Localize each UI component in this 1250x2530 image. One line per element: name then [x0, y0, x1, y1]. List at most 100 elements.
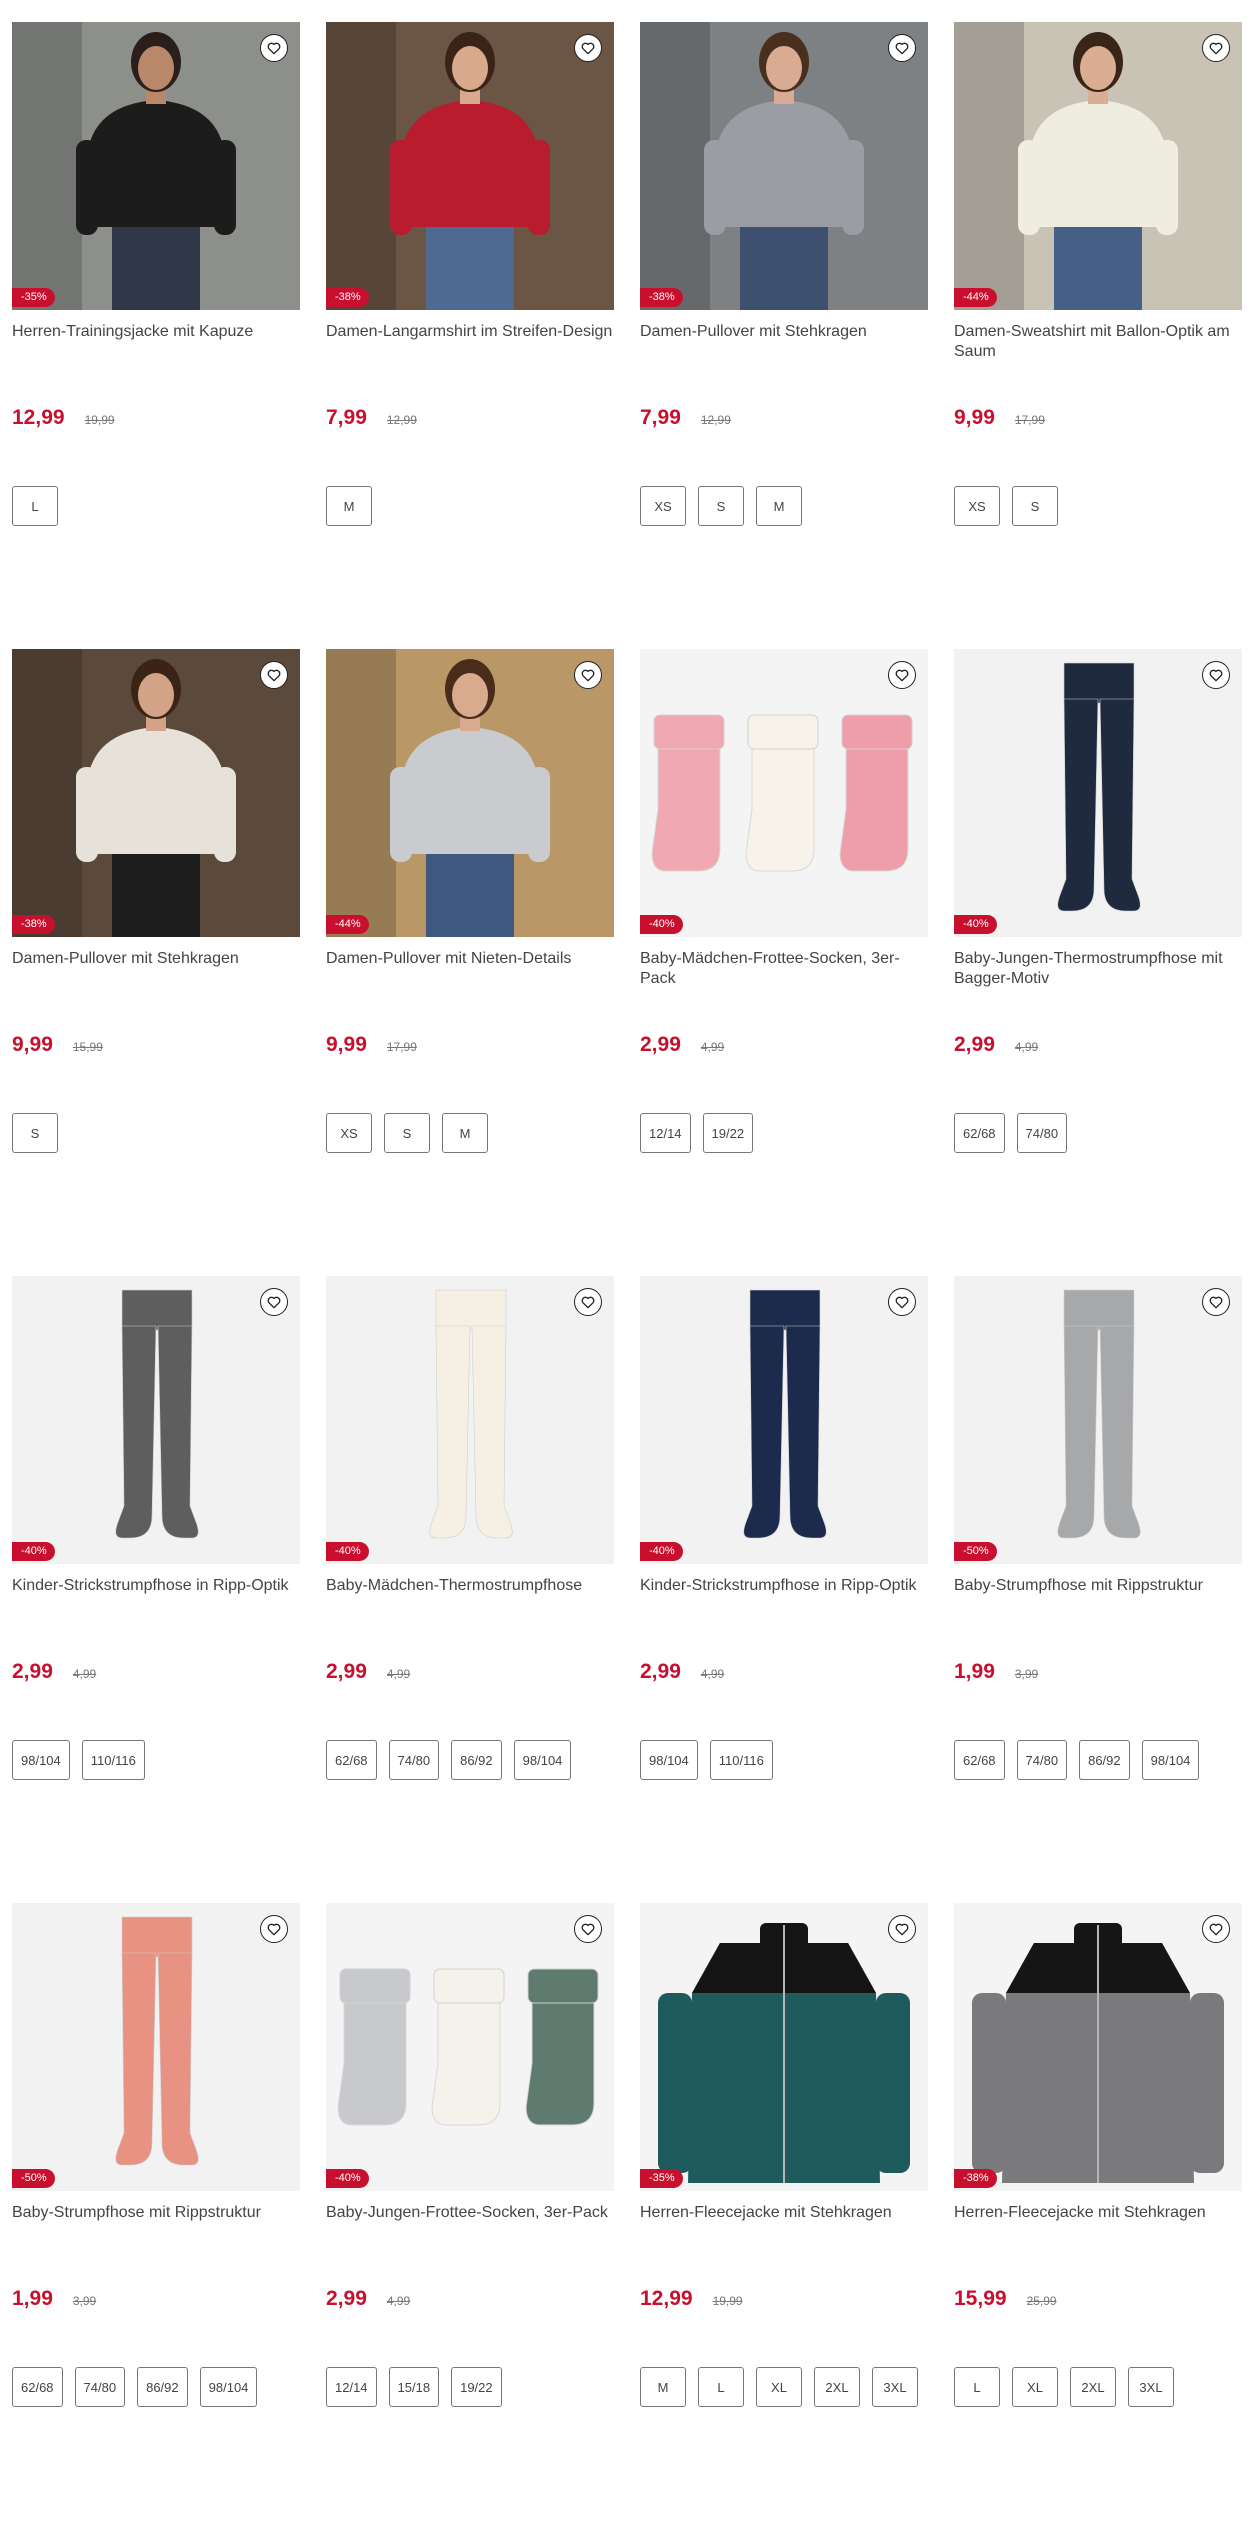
size-option[interactable]: 19/22: [702, 1113, 754, 1153]
product-image[interactable]: -44%: [326, 649, 614, 937]
size-option[interactable]: L: [698, 2367, 744, 2407]
size-option[interactable]: 2XL: [1070, 2367, 1116, 2407]
product-card[interactable]: -38% Herren-Fleecejacke mit Stehkragen 1…: [954, 1903, 1242, 2530]
size-option[interactable]: 62/68: [12, 2367, 63, 2407]
product-title[interactable]: Kinder-Strickstrumpfhose in Ripp-Optik: [12, 1576, 300, 1616]
size-option[interactable]: XS: [954, 486, 1000, 526]
product-card[interactable]: -50% Baby-Strumpfhose mit Rippstruktur 1…: [954, 1276, 1242, 1903]
product-title[interactable]: Damen-Sweatshirt mit Ballon-Optik am Sau…: [954, 322, 1242, 362]
size-option[interactable]: M: [756, 486, 802, 526]
size-option[interactable]: S: [1012, 486, 1058, 526]
favorite-heart-icon[interactable]: [574, 34, 602, 62]
size-option[interactable]: XS: [640, 486, 686, 526]
size-option[interactable]: 98/104: [1141, 1740, 1200, 1780]
product-card[interactable]: -38% Damen-Pullover mit Stehkragen 9,99 …: [12, 649, 300, 1276]
favorite-heart-icon[interactable]: [260, 34, 288, 62]
size-option[interactable]: 98/104: [640, 1740, 698, 1780]
favorite-heart-icon[interactable]: [574, 1288, 602, 1316]
favorite-heart-icon[interactable]: [574, 1915, 602, 1943]
product-image[interactable]: -35%: [640, 1903, 928, 2191]
size-option[interactable]: M: [326, 486, 372, 526]
size-option[interactable]: 3XL: [872, 2367, 918, 2407]
product-title[interactable]: Damen-Langarmshirt im Streifen-Design: [326, 322, 614, 362]
size-option[interactable]: 62/68: [954, 1740, 1005, 1780]
product-title[interactable]: Herren-Trainingsjacke mit Kapuze: [12, 322, 300, 362]
size-option[interactable]: XS: [326, 1113, 372, 1153]
size-option[interactable]: L: [954, 2367, 1000, 2407]
favorite-heart-icon[interactable]: [260, 661, 288, 689]
favorite-heart-icon[interactable]: [1202, 1915, 1230, 1943]
product-image[interactable]: -38%: [12, 649, 300, 937]
favorite-heart-icon[interactable]: [260, 1288, 288, 1316]
product-image[interactable]: -38%: [954, 1903, 1242, 2191]
size-option[interactable]: 98/104: [12, 1740, 70, 1780]
product-card[interactable]: -38% Damen-Pullover mit Stehkragen 7,99 …: [640, 22, 928, 649]
product-image[interactable]: -38%: [326, 22, 614, 310]
product-card[interactable]: -40% Kinder-Strickstrumpfhose in Ripp-Op…: [640, 1276, 928, 1903]
size-option[interactable]: 110/116: [81, 1740, 145, 1780]
product-card[interactable]: -35% Herren-Fleecejacke mit Stehkragen 1…: [640, 1903, 928, 2530]
product-card[interactable]: -40% Baby-Mädchen-Thermostrumpfhose 2,99…: [326, 1276, 614, 1903]
size-option[interactable]: 86/92: [451, 1740, 502, 1780]
favorite-heart-icon[interactable]: [888, 1288, 916, 1316]
size-option[interactable]: 2XL: [814, 2367, 860, 2407]
product-title[interactable]: Damen-Pullover mit Stehkragen: [640, 322, 928, 362]
product-image[interactable]: -38%: [640, 22, 928, 310]
product-title[interactable]: Baby-Strumpfhose mit Rippstruktur: [12, 2203, 300, 2243]
product-title[interactable]: Baby-Mädchen-Thermostrumpfhose: [326, 1576, 614, 1616]
size-option[interactable]: S: [698, 486, 744, 526]
size-option[interactable]: 86/92: [137, 2367, 188, 2407]
favorite-heart-icon[interactable]: [574, 661, 602, 689]
product-title[interactable]: Damen-Pullover mit Stehkragen: [12, 949, 300, 989]
size-option[interactable]: L: [12, 486, 58, 526]
product-card[interactable]: -40% Baby-Mädchen-Frottee-Socken, 3er-Pa…: [640, 649, 928, 1276]
size-option[interactable]: 12/14: [326, 2367, 377, 2407]
product-image[interactable]: -40%: [954, 649, 1242, 937]
size-option[interactable]: 74/80: [74, 2367, 126, 2407]
size-option[interactable]: 74/80: [1016, 1113, 1068, 1153]
size-option[interactable]: S: [384, 1113, 430, 1153]
size-option[interactable]: 3XL: [1128, 2367, 1174, 2407]
size-option[interactable]: 74/80: [1016, 1740, 1068, 1780]
size-option[interactable]: XL: [1012, 2367, 1058, 2407]
size-option[interactable]: XL: [756, 2367, 802, 2407]
product-title[interactable]: Damen-Pullover mit Nieten-Details: [326, 949, 614, 989]
size-option[interactable]: 19/22: [451, 2367, 502, 2407]
product-image[interactable]: -50%: [12, 1903, 300, 2191]
size-option[interactable]: 86/92: [1079, 1740, 1130, 1780]
product-image[interactable]: -50%: [954, 1276, 1242, 1564]
product-title[interactable]: Herren-Fleecejacke mit Stehkragen: [954, 2203, 1242, 2243]
size-option[interactable]: S: [12, 1113, 58, 1153]
product-card[interactable]: -40% Baby-Jungen-Frottee-Socken, 3er-Pac…: [326, 1903, 614, 2530]
size-option[interactable]: 98/104: [199, 2367, 258, 2407]
product-image[interactable]: -40%: [640, 649, 928, 937]
favorite-heart-icon[interactable]: [1202, 34, 1230, 62]
product-image[interactable]: -40%: [12, 1276, 300, 1564]
size-option[interactable]: M: [640, 2367, 686, 2407]
size-option[interactable]: 15/18: [388, 2367, 440, 2407]
favorite-heart-icon[interactable]: [888, 1915, 916, 1943]
product-card[interactable]: -44% Damen-Pullover mit Nieten-Details 9…: [326, 649, 614, 1276]
product-card[interactable]: -44% Damen-Sweatshirt mit Ballon-Optik a…: [954, 22, 1242, 649]
product-image[interactable]: -40%: [326, 1276, 614, 1564]
favorite-heart-icon[interactable]: [1202, 1288, 1230, 1316]
product-image[interactable]: -40%: [640, 1276, 928, 1564]
product-card[interactable]: -38% Damen-Langarmshirt im Streifen-Desi…: [326, 22, 614, 649]
product-image[interactable]: -44%: [954, 22, 1242, 310]
product-card[interactable]: -40% Baby-Jungen-Thermostrumpfhose mit B…: [954, 649, 1242, 1276]
favorite-heart-icon[interactable]: [888, 661, 916, 689]
favorite-heart-icon[interactable]: [1202, 661, 1230, 689]
product-title[interactable]: Baby-Strumpfhose mit Rippstruktur: [954, 1576, 1242, 1616]
product-image[interactable]: -35%: [12, 22, 300, 310]
size-option[interactable]: 110/116: [709, 1740, 773, 1780]
product-title[interactable]: Baby-Jungen-Thermostrumpfhose mit Bagger…: [954, 949, 1242, 989]
product-card[interactable]: -35% Herren-Trainingsjacke mit Kapuze 12…: [12, 22, 300, 649]
size-option[interactable]: 62/68: [326, 1740, 377, 1780]
product-title[interactable]: Baby-Jungen-Frottee-Socken, 3er-Pack: [326, 2203, 614, 2243]
size-option[interactable]: 74/80: [388, 1740, 440, 1780]
product-title[interactable]: Herren-Fleecejacke mit Stehkragen: [640, 2203, 928, 2243]
product-title[interactable]: Baby-Mädchen-Frottee-Socken, 3er-Pack: [640, 949, 928, 989]
size-option[interactable]: M: [442, 1113, 488, 1153]
size-option[interactable]: 12/14: [640, 1113, 691, 1153]
favorite-heart-icon[interactable]: [260, 1915, 288, 1943]
